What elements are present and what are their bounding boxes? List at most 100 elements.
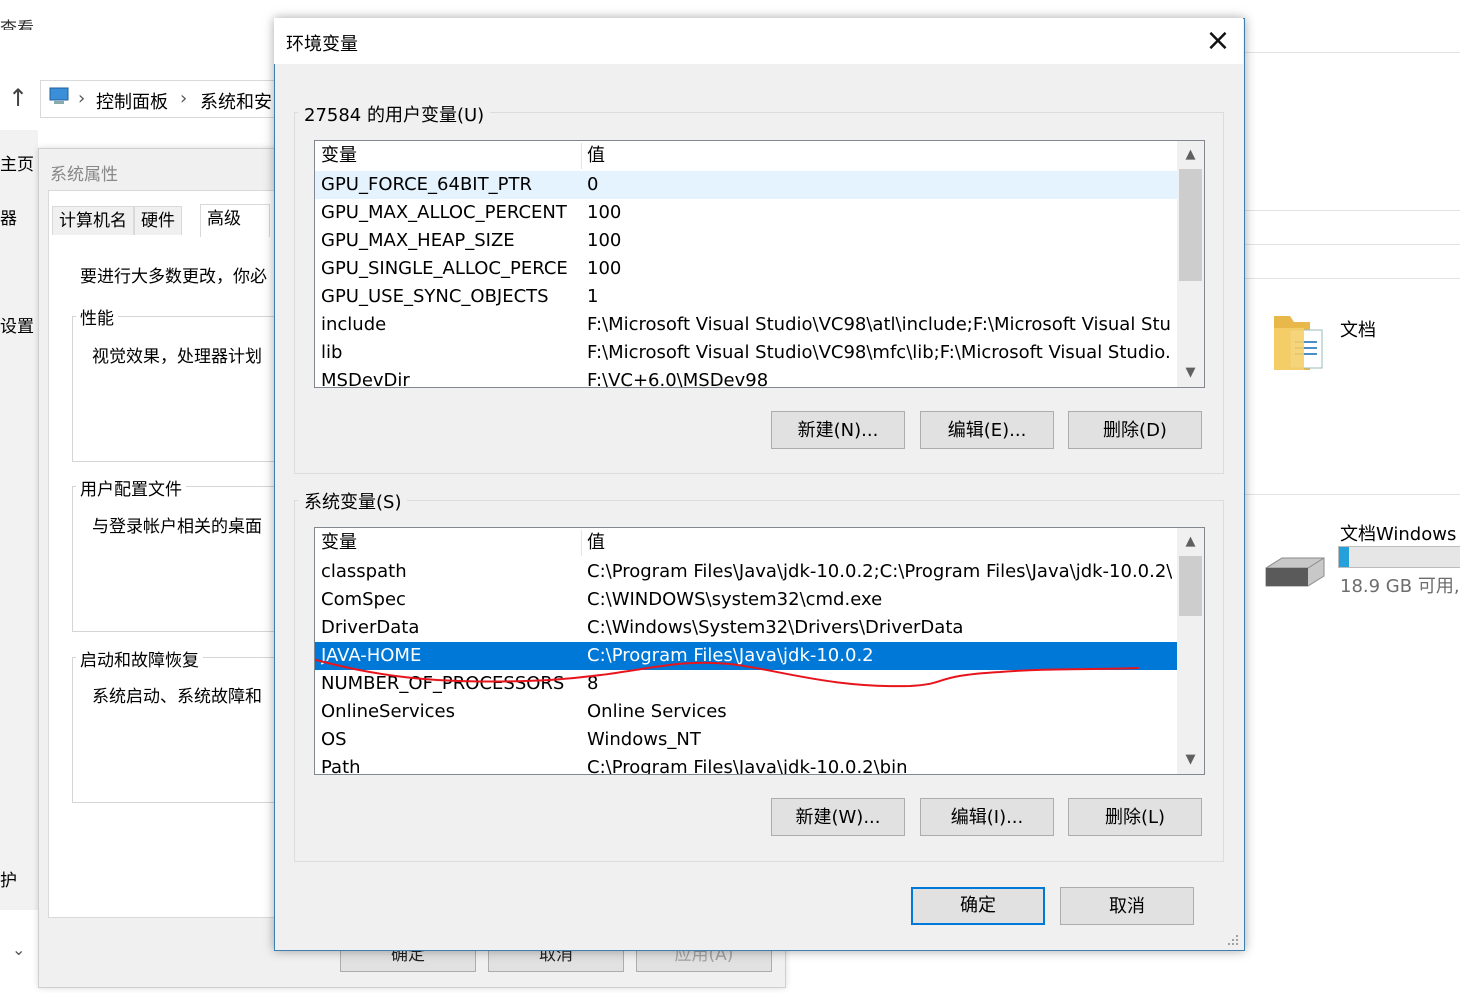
var-value-cell: C:\Windows\System32\Drivers\DriverData <box>587 617 964 638</box>
chevron-down-icon[interactable]: ⌄ <box>12 940 25 959</box>
var-name-cell: lib <box>321 342 343 363</box>
drive-label[interactable]: 文档Windows <box>1340 520 1456 546</box>
list-header: 变量 值 <box>315 141 1177 171</box>
breadcrumb-item[interactable]: 系统和安 <box>200 88 274 114</box>
var-name-cell: GPU_MAX_HEAP_SIZE <box>321 230 515 251</box>
var-name-cell: Path <box>321 757 361 775</box>
column-header-name[interactable]: 变量 <box>321 141 357 171</box>
divider <box>1244 494 1460 495</box>
var-value-cell: 100 <box>587 202 622 223</box>
var-name-cell: ComSpec <box>321 589 406 610</box>
tab-hardware[interactable]: 硬件 <box>134 206 182 235</box>
var-name-cell: DriverData <box>321 617 420 638</box>
column-header-name[interactable]: 变量 <box>321 528 357 558</box>
scroll-up-icon[interactable]: ▲ <box>1177 143 1204 167</box>
var-name-cell: OS <box>321 729 347 750</box>
column-header-value[interactable]: 值 <box>587 141 605 171</box>
user-edit-button[interactable]: 编辑(E)... <box>920 411 1054 449</box>
system-edit-button[interactable]: 编辑(I)... <box>920 798 1054 836</box>
column-separator[interactable] <box>581 143 582 169</box>
var-value-cell: Online Services <box>587 701 727 722</box>
nav-item[interactable]: 设置 <box>0 312 34 337</box>
var-value-cell: F:\Microsoft Visual Studio\VC98\mfc\lib;… <box>587 342 1172 363</box>
right-pane-header <box>1244 0 1460 53</box>
table-row[interactable]: include F:\Microsoft Visual Studio\VC98\a… <box>315 311 1177 339</box>
var-value-cell: 0 <box>587 174 599 195</box>
table-row[interactable]: OS Windows_NT <box>315 726 1177 754</box>
scroll-down-icon[interactable]: ▼ <box>1177 361 1204 385</box>
documents-folder-icon[interactable] <box>1270 308 1328 374</box>
table-row[interactable]: GPU_FORCE_64BIT_PTR 0 <box>315 171 1177 199</box>
var-value-cell: F:\VC+6.0\MSDev98 <box>587 370 769 388</box>
scroll-down-icon[interactable]: ▼ <box>1177 748 1204 772</box>
var-value-cell: 100 <box>587 258 622 279</box>
user-delete-button[interactable]: 删除(D) <box>1068 411 1202 449</box>
table-row[interactable]: classpath C:\Program Files\Java\jdk-10.0.… <box>315 558 1177 586</box>
resize-grip-icon[interactable] <box>1226 932 1240 946</box>
close-icon[interactable]: × <box>1200 24 1236 58</box>
tab-advanced[interactable]: 高级 <box>200 204 270 237</box>
var-value-cell: 1 <box>587 286 599 307</box>
var-value-cell: C:\WINDOWS\system32\cmd.exe <box>587 589 883 610</box>
nav-item[interactable]: 器 <box>0 204 17 229</box>
computer-icon <box>48 86 70 104</box>
var-value-cell: C:\Program Files\Java\jdk-10.0.2;C:\Prog… <box>587 561 1172 582</box>
scroll-up-icon[interactable]: ▲ <box>1177 530 1204 554</box>
var-name-cell: classpath <box>321 561 407 582</box>
nav-item-home[interactable]: 主页 <box>0 150 34 175</box>
vertical-scrollbar[interactable]: ▲ ▼ <box>1177 528 1204 774</box>
user-vars-title: 27584 的用户变量(U) <box>298 101 491 127</box>
cancel-button[interactable]: 取消 <box>1060 887 1194 925</box>
column-separator[interactable] <box>581 530 582 556</box>
var-name-cell: include <box>321 314 387 335</box>
drive-usage-fill <box>1339 547 1349 567</box>
group-text: 与登录帐户相关的桌面 <box>92 517 262 537</box>
scroll-thumb[interactable] <box>1179 556 1202 616</box>
group-text: 系统启动、系统故障和 <box>92 687 262 707</box>
nav-item[interactable]: 护 <box>0 866 17 891</box>
drive-icon[interactable] <box>1262 554 1328 588</box>
group-title: 用户配置文件 <box>76 475 186 500</box>
var-value-cell: F:\Microsoft Visual Studio\VC98\atl\incl… <box>587 314 1172 335</box>
table-row[interactable]: Path C:\Program Files\Java\jdk-10.0.2\bin <box>315 754 1177 775</box>
performance-group <box>72 316 284 462</box>
user-new-button[interactable]: 新建(N)... <box>771 411 905 449</box>
user-profiles-group <box>72 486 284 632</box>
menu-clip: 查看 <box>0 19 34 30</box>
vertical-scrollbar[interactable]: ▲ ▼ <box>1177 141 1204 387</box>
user-vars-list[interactable]: 变量 值 GPU_FORCE_64BIT_PTR 0 GPU_MAX_ALLOC_P… <box>314 140 1205 388</box>
breadcrumb-item[interactable]: 控制面板 <box>96 88 168 114</box>
dialog-title: 系统属性 <box>50 165 118 185</box>
group-title: 性能 <box>76 304 118 329</box>
column-header-value[interactable]: 值 <box>587 528 605 558</box>
var-name-cell: GPU_SINGLE_ALLOC_PERCE <box>321 258 568 279</box>
documents-label[interactable]: 文档 <box>1340 316 1376 342</box>
table-row[interactable]: OnlineServices Online Services <box>315 698 1177 726</box>
table-row[interactable]: ComSpec C:\WINDOWS\system32\cmd.exe <box>315 586 1177 614</box>
up-arrow-icon[interactable]: ↑ <box>8 84 28 112</box>
table-row[interactable]: GPU_USE_SYNC_OBJECTS 1 <box>315 283 1177 311</box>
table-row[interactable]: MSDevDir F:\VC+6.0\MSDev98 <box>315 367 1177 388</box>
divider <box>1244 210 1460 211</box>
system-vars-title: 系统变量(S) <box>298 488 408 514</box>
list-header: 变量 值 <box>315 528 1177 558</box>
ok-button[interactable]: 确定 <box>911 887 1045 925</box>
drive-free-space: 18.9 GB 可用, <box>1340 576 1460 597</box>
system-delete-button[interactable]: 删除(L) <box>1068 798 1202 836</box>
intro-text: 要进行大多数更改，你必 <box>80 267 267 287</box>
table-row[interactable]: lib F:\Microsoft Visual Studio\VC98\mfc\l… <box>315 339 1177 367</box>
table-row[interactable]: GPU_MAX_ALLOC_PERCENT 100 <box>315 199 1177 227</box>
table-row[interactable]: GPU_SINGLE_ALLOC_PERCE 100 <box>315 255 1177 283</box>
var-value-cell: Windows_NT <box>587 729 701 750</box>
table-row[interactable]: DriverData C:\Windows\System32\Drivers\Dr… <box>315 614 1177 642</box>
tab-computer-name[interactable]: 计算机名 <box>52 206 134 235</box>
table-row[interactable]: GPU_MAX_HEAP_SIZE 100 <box>315 227 1177 255</box>
scroll-thumb[interactable] <box>1179 169 1202 281</box>
divider <box>1244 278 1460 279</box>
system-new-button[interactable]: 新建(W)... <box>771 798 905 836</box>
startup-recovery-group <box>72 657 284 803</box>
var-name-cell: GPU_MAX_ALLOC_PERCENT <box>321 202 567 223</box>
left-nav-pane <box>0 130 38 910</box>
drive-usage-bar <box>1338 546 1460 568</box>
breadcrumb-sep-icon: › <box>78 88 86 109</box>
